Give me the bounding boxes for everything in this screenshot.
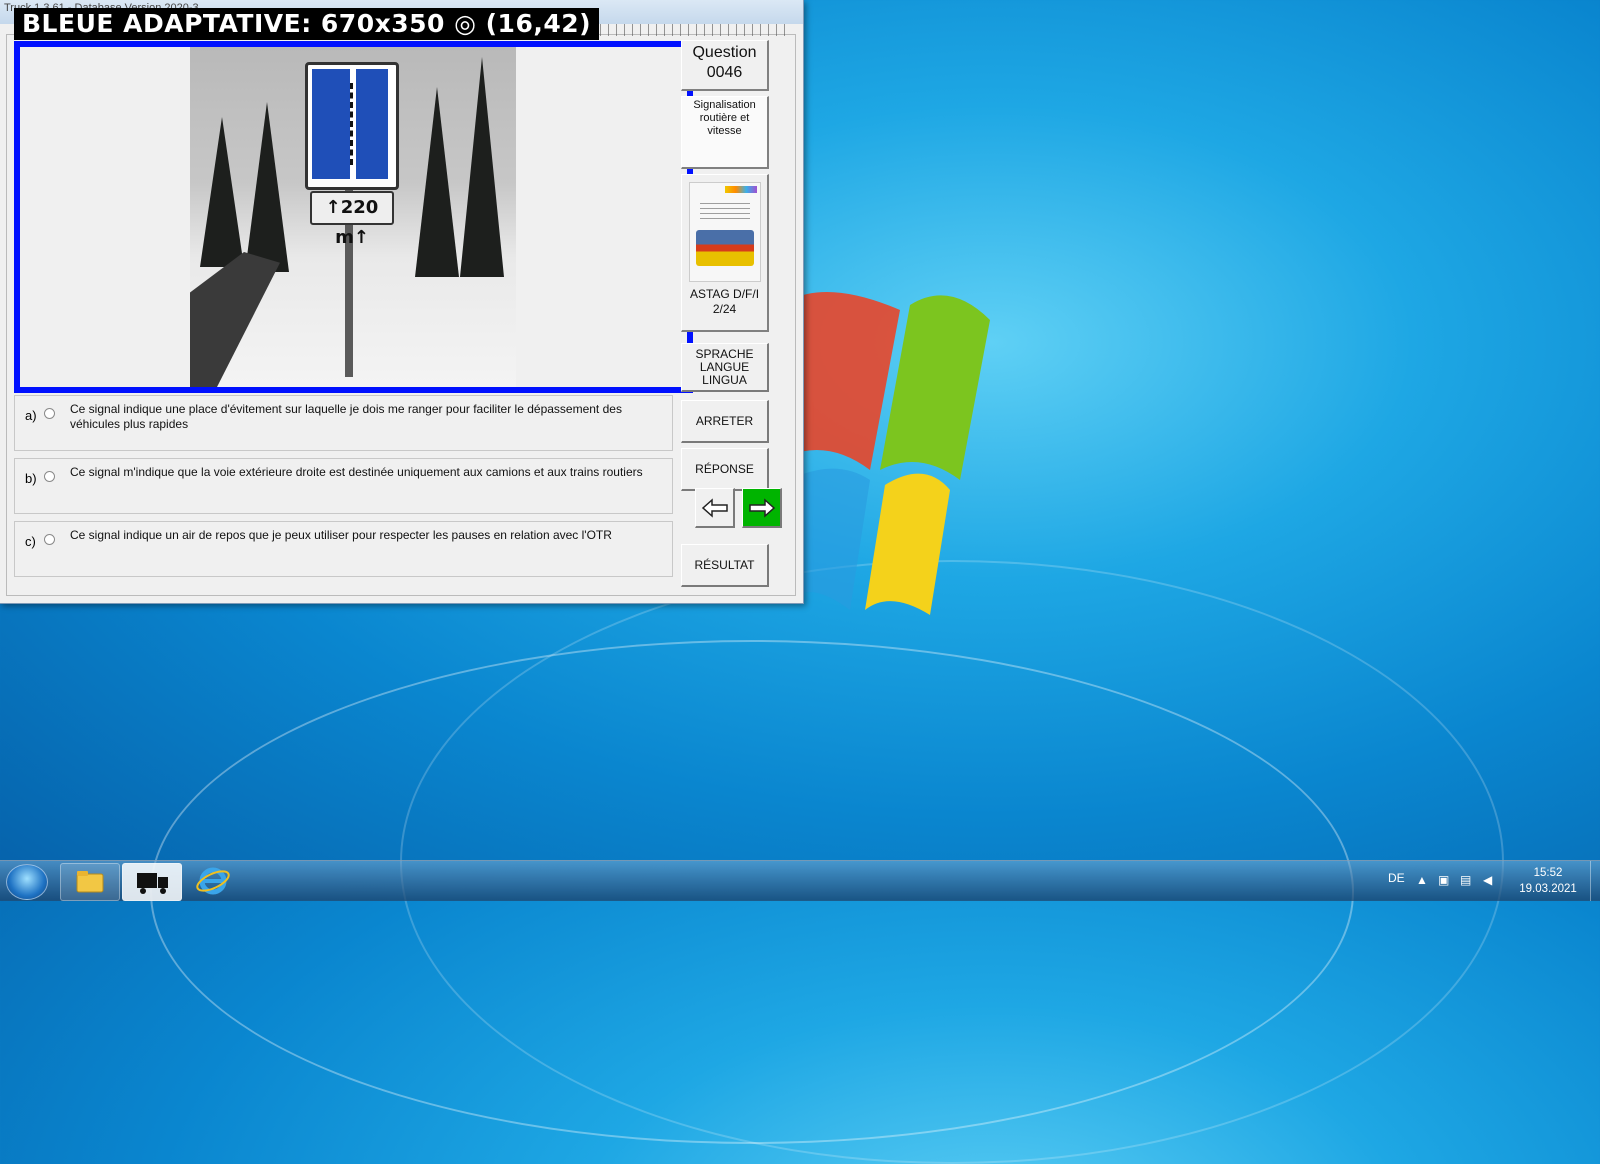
- arrow-left-icon: [701, 497, 728, 518]
- road-sign: [305, 62, 399, 190]
- book-box: ASTAG D/F/I 2/24: [681, 174, 769, 332]
- answer-letter: c): [25, 534, 36, 549]
- answer-radio-b[interactable]: [44, 471, 55, 482]
- clock-date: 19.03.2021: [1519, 883, 1577, 895]
- next-button[interactable]: [742, 488, 782, 528]
- internet-explorer-icon: [196, 867, 230, 895]
- network-icon[interactable]: ▤: [1460, 874, 1472, 886]
- explorer-taskbar-button[interactable]: [60, 863, 120, 901]
- answer-option-a[interactable]: a) Ce signal indique une place d'éviteme…: [14, 395, 673, 451]
- question-number: 0046: [706, 64, 743, 81]
- sign-distance-plate: ↑220 m↑: [310, 191, 394, 248]
- book-cover-image: [689, 182, 761, 282]
- clock[interactable]: 15:52 19.03.2021: [1508, 865, 1588, 897]
- show-desktop-button[interactable]: [1590, 861, 1600, 901]
- category-box: Signalisation routière et vitesse: [681, 96, 769, 169]
- show-hidden-icons-icon[interactable]: ▲: [1416, 874, 1428, 886]
- taskbar: DE ▲ ▣ ▤ ◀ 15:52 19.03.2021: [0, 860, 1600, 901]
- question-photo: ↑220 m↑: [190, 47, 516, 387]
- overlay-banner: BLEUE ADAPTATIVE: 670x350 ◎ (16,42): [14, 8, 600, 40]
- device-icon[interactable]: ▣: [1438, 874, 1450, 886]
- answer-option-b[interactable]: b) Ce signal m'indique que la voie extér…: [14, 458, 673, 514]
- answer-letter: b): [25, 471, 37, 486]
- folder-icon: [76, 871, 104, 893]
- clock-time: 15:52: [1533, 867, 1563, 879]
- ie-taskbar-button[interactable]: [184, 863, 242, 899]
- volume-icon[interactable]: ◀: [1483, 874, 1495, 886]
- answer-text: Ce signal indique une place d'évitement …: [70, 402, 622, 431]
- category-label: Signalisation routière et vitesse: [693, 99, 756, 137]
- truck-app-taskbar-button[interactable]: [122, 863, 182, 901]
- keyboard-language[interactable]: DE: [1388, 871, 1405, 885]
- result-button[interactable]: RÉSULTAT: [681, 544, 769, 587]
- question-label: Question: [692, 44, 757, 61]
- answer-option-c[interactable]: c) Ce signal indique un air de repos que…: [14, 521, 673, 577]
- answer-text: Ce signal indique un air de repos que je…: [70, 528, 612, 542]
- question-image-frame: ↑220 m↑: [14, 41, 693, 393]
- windows-logo-wallpaper: [790, 292, 990, 615]
- arrow-right-icon: [748, 497, 775, 518]
- previous-button[interactable]: [695, 488, 735, 528]
- language-button[interactable]: SPRACHE LANGUE LINGUA: [681, 343, 769, 392]
- answer-radio-a[interactable]: [44, 408, 55, 419]
- book-label: ASTAG D/F/I 2/24: [689, 287, 760, 316]
- answer-radio-c[interactable]: [44, 534, 55, 545]
- app-window: Truck 1.3.61 - Database Version 2020-3 B…: [0, 0, 804, 604]
- truck-icon: [137, 873, 168, 894]
- stop-button[interactable]: ARRETER: [681, 400, 769, 443]
- answer-button[interactable]: RÉPONSE: [681, 448, 769, 491]
- question-number-box: Question 0046: [681, 40, 769, 91]
- answer-letter: a): [25, 408, 37, 423]
- start-button[interactable]: [6, 864, 48, 900]
- answer-text: Ce signal m'indique que la voie extérieu…: [70, 465, 643, 479]
